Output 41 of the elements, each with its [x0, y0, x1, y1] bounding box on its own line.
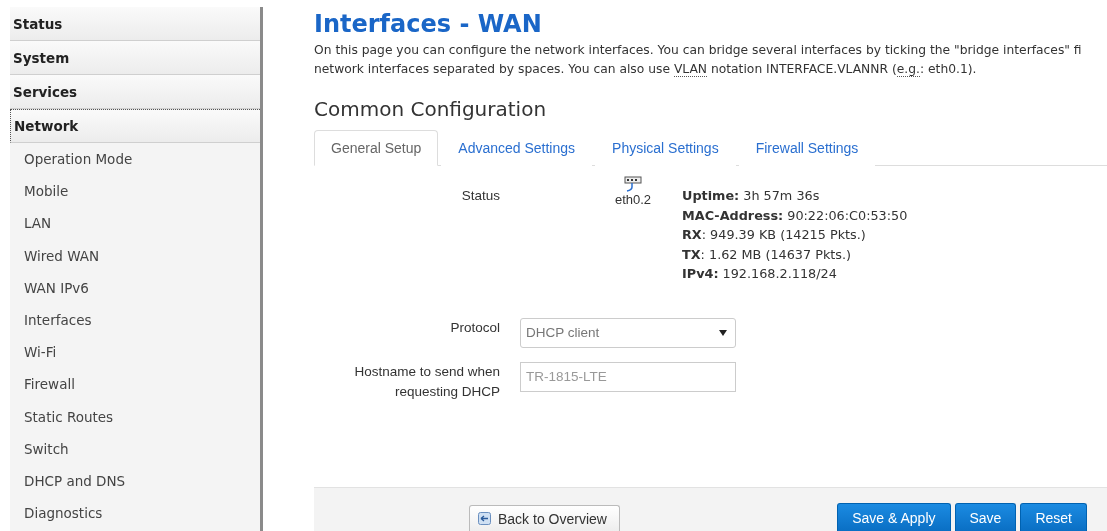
sidebar-item[interactable]: Interfaces [10, 303, 260, 337]
status-line: MAC-Address: 90:22:06:C0:53:50 [682, 206, 908, 225]
field-label: Protocol [449, 318, 500, 337]
status-line: IPv4: 192.168.2.118/24 [682, 265, 838, 283]
page-title: Interfaces - WAN [314, 10, 543, 38]
sidebar-section[interactable]: System [10, 41, 260, 75]
sidebar-item[interactable]: Firewall [10, 368, 260, 401]
back-button[interactable]: Back to Overview [469, 505, 620, 531]
sidebar-section[interactable]: Services [10, 75, 260, 109]
sidebar-item[interactable]: Switch [10, 432, 260, 465]
sidebar-item[interactable]: Wi-Fi [10, 336, 260, 369]
dropdown-arrow-icon [719, 329, 727, 336]
description-text: On this page you can configure the network interfaces. You can bridge several interfaces by ticking the "bridge interfaces" fi [314, 42, 1083, 59]
sidebar-item[interactable]: Mobile [10, 175, 260, 208]
network-port-icon [624, 176, 642, 192]
sidebar-item[interactable]: WAN IPv6 [10, 271, 260, 304]
sidebar-item[interactable]: Wired WAN [10, 239, 260, 272]
sidebar-item[interactable]: Operation Mode [10, 143, 260, 176]
sidebar-section[interactable]: Status [10, 7, 260, 41]
sidebar-item[interactable]: Static Routes [10, 400, 260, 433]
field-label: Hostname to send when requesting DHCP [353, 362, 500, 401]
device-name: eth0.2 [614, 192, 652, 207]
hostname-field[interactable]: TR-1815-LTE [520, 361, 736, 392]
action-button[interactable]: Save & Apply [837, 503, 951, 531]
action-button[interactable]: Save [954, 503, 1017, 531]
status-line: RX: 949.39 KB (14215 Pkts.) [682, 226, 867, 244]
sidebar-item[interactable]: LAN [10, 207, 260, 240]
status-line: Uptime: 3h 57m 36s [682, 187, 821, 205]
tab[interactable]: General Setup [314, 130, 439, 166]
description-text: network interfaces separated by spaces. You can also use VLAN notation INTERFACE.VLANNR (e.g.: eth0.1). [314, 61, 978, 79]
section-title: Common Configuration [314, 97, 548, 121]
sidebar-section[interactable]: Network [10, 109, 260, 143]
abbreviation-link[interactable]: e.g. [896, 62, 920, 77]
action-button[interactable]: Reset [1020, 503, 1087, 531]
sidebar-item[interactable]: Diagnostics [10, 497, 260, 530]
sidebar-item[interactable]: DHCP and DNS [10, 464, 260, 498]
field-label: Status [460, 187, 500, 205]
abbreviation-link[interactable]: VLAN [673, 62, 708, 77]
protocol-select[interactable]: DHCP client [520, 317, 736, 348]
back-arrow-icon [478, 512, 491, 525]
status-line: TX: 1.62 MB (14637 Pkts.) [682, 245, 853, 264]
